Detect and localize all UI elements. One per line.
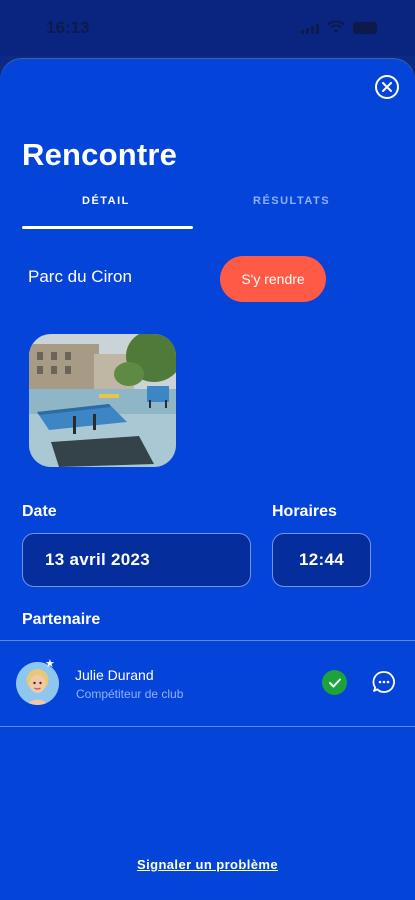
close-button[interactable] [375, 75, 399, 99]
location-name: Parc du Ciron [28, 267, 132, 286]
page-title: Rencontre [22, 137, 178, 172]
signal-icon [301, 24, 319, 34]
check-icon [328, 678, 341, 687]
wifi-icon [327, 20, 345, 33]
active-tab-indicator [22, 226, 193, 229]
report-problem-link[interactable]: Signaler un problème [0, 857, 415, 872]
tab-detail[interactable]: DÉTAIL [82, 195, 130, 207]
hours-label: Horaires [272, 503, 337, 520]
date-label: Date [22, 503, 57, 520]
status-bar: 16:13 [0, 0, 415, 56]
confirmed-badge [322, 670, 347, 695]
location-photo [29, 334, 176, 467]
tab-results[interactable]: RÉSULTATS [253, 195, 330, 207]
divider [0, 726, 415, 727]
date-field[interactable]: 13 avril 2023 [22, 533, 251, 587]
battery-icon [353, 22, 377, 34]
status-time: 16:13 [46, 18, 90, 37]
directions-button[interactable]: S'y rendre [220, 256, 326, 302]
divider [0, 640, 415, 641]
partner-section-label: Partenaire [22, 611, 101, 628]
time-field[interactable]: 12:44 [272, 533, 371, 587]
partner-name: Julie Durand [75, 667, 154, 683]
status-icons [301, 20, 377, 34]
tab-bar: DÉTAIL RÉSULTATS [0, 191, 415, 231]
star-icon: ★ [45, 658, 55, 670]
partner-role: Compétiteur de club [76, 687, 184, 701]
chat-icon[interactable] [372, 670, 396, 694]
close-icon [382, 82, 392, 92]
match-sheet: Rencontre DÉTAIL RÉSULTATS Parc du Ciron… [0, 59, 415, 900]
